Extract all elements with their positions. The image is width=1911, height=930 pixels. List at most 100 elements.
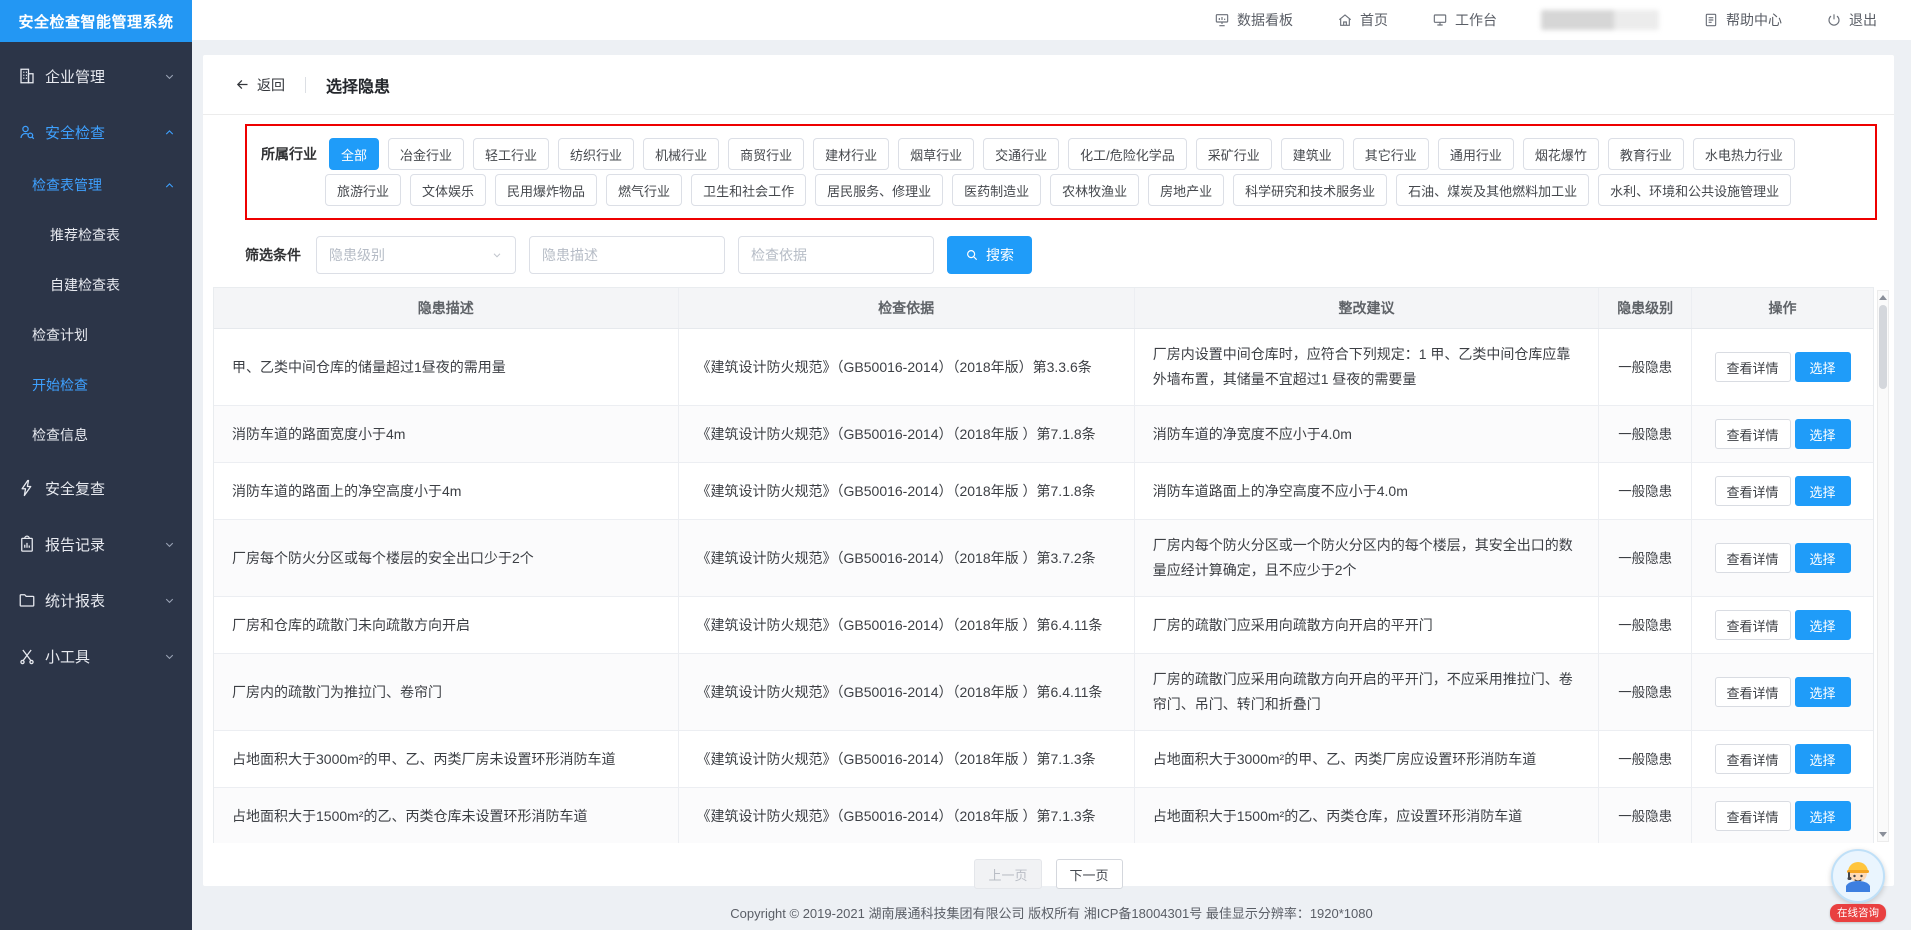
select-button[interactable]: 选择 — [1795, 476, 1851, 506]
customer-service-icon — [1831, 849, 1885, 903]
sidebar-item-label: 开始检查 — [32, 375, 88, 395]
topbar-item-home[interactable]: 首页 — [1337, 10, 1388, 30]
cell-actions: 查看详情选择 — [1692, 406, 1873, 462]
check-basis-input[interactable] — [738, 236, 934, 274]
industry-button[interactable]: 燃气行业 — [606, 174, 682, 206]
select-button[interactable]: 选择 — [1795, 352, 1851, 382]
industry-button[interactable]: 科学研究和技术服务业 — [1233, 174, 1387, 206]
table-row: 占地面积大于1500m²的乙、丙类仓库未设置环形消防车道《建筑设计防火规范》（G… — [214, 788, 1873, 843]
industry-button[interactable]: 烟草行业 — [898, 138, 974, 170]
scroll-down-arrow-icon[interactable] — [1879, 832, 1887, 837]
cell-check-basis: 《建筑设计防火规范》（GB50016-2014）（2018年版 ）第7.1.3条 — [679, 731, 1135, 787]
industry-button[interactable]: 其它行业 — [1353, 138, 1429, 170]
select-button[interactable]: 选择 — [1795, 801, 1851, 831]
sidebar-item-3[interactable]: 推荐检查表 — [0, 210, 192, 260]
select-button[interactable]: 选择 — [1795, 744, 1851, 774]
industry-button[interactable]: 旅游行业 — [325, 174, 401, 206]
industry-button[interactable]: 医药制造业 — [952, 174, 1041, 206]
hazard-level-badge: 一般隐患 — [1618, 747, 1672, 772]
view-detail-button[interactable]: 查看详情 — [1715, 801, 1791, 831]
industry-button[interactable]: 烟花爆竹 — [1523, 138, 1599, 170]
table-body: 甲、乙类中间仓库的储量超过1昼夜的需用量《建筑设计防火规范》（GB50016-2… — [214, 329, 1873, 843]
next-page-button[interactable]: 下一页 — [1056, 859, 1123, 889]
sidebar-item-0[interactable]: 企业管理 — [0, 48, 192, 104]
sidebar-item-1[interactable]: 安全检查 — [0, 104, 192, 160]
industry-button[interactable]: 水电热力行业 — [1693, 138, 1795, 170]
industry-button[interactable]: 冶金行业 — [388, 138, 464, 170]
select-button[interactable]: 选择 — [1795, 610, 1851, 640]
industry-button[interactable]: 纺织行业 — [558, 138, 634, 170]
topbar-item-workbench[interactable]: 工作台 — [1432, 10, 1497, 30]
view-detail-button[interactable]: 查看详情 — [1715, 677, 1791, 707]
sidebar-item-5[interactable]: 检查计划 — [0, 310, 192, 360]
industry-button[interactable]: 农林牧渔业 — [1050, 174, 1139, 206]
industry-button[interactable]: 居民服务、修理业 — [815, 174, 943, 206]
sidebar-item-label: 检查信息 — [32, 425, 88, 445]
prev-page-button[interactable]: 上一页 — [974, 859, 1041, 889]
industry-button[interactable]: 采矿行业 — [1196, 138, 1272, 170]
back-arrow-icon — [235, 77, 250, 92]
sidebar-item-11[interactable]: 小工具 — [0, 628, 192, 684]
hazard-desc-input[interactable] — [529, 236, 725, 274]
industry-button[interactable]: 交通行业 — [983, 138, 1059, 170]
industry-button[interactable]: 建材行业 — [813, 138, 889, 170]
scroll-up-arrow-icon[interactable] — [1879, 295, 1887, 300]
online-consult-widget[interactable]: 在线咨询 — [1825, 849, 1891, 922]
sidebar-nav: 企业管理安全检查检查表管理推荐检查表自建检查表检查计划开始检查检查信息安全复查报… — [0, 42, 192, 684]
industry-button[interactable]: 全部 — [329, 138, 379, 170]
topbar-item-help[interactable]: 帮助中心 — [1703, 10, 1782, 30]
online-consult-label: 在线咨询 — [1830, 904, 1886, 922]
industry-button[interactable]: 房地产业 — [1148, 174, 1224, 206]
industry-button[interactable]: 机械行业 — [643, 138, 719, 170]
sidebar-item-2[interactable]: 检查表管理 — [0, 160, 192, 210]
industry-button[interactable]: 建筑业 — [1281, 138, 1344, 170]
topbar-item-logout[interactable]: 退出 — [1826, 10, 1877, 30]
industry-button[interactable]: 石油、煤炭及其他燃料加工业 — [1396, 174, 1589, 206]
select-button[interactable]: 选择 — [1795, 677, 1851, 707]
select-button[interactable]: 选择 — [1795, 543, 1851, 573]
sidebar-item-6[interactable]: 开始检查 — [0, 360, 192, 410]
cell-hazard-level: 一般隐患 — [1599, 329, 1692, 405]
view-detail-button[interactable]: 查看详情 — [1715, 610, 1791, 640]
industry-button[interactable]: 商贸行业 — [728, 138, 804, 170]
topbar-item-dashboard[interactable]: 数据看板 — [1214, 10, 1293, 30]
sidebar-item-9[interactable]: 报告记录 — [0, 516, 192, 572]
sidebar-item-4[interactable]: 自建检查表 — [0, 260, 192, 310]
topbar-item-label: 数据看板 — [1237, 10, 1293, 30]
industry-button[interactable]: 轻工行业 — [473, 138, 549, 170]
table-row: 占地面积大于3000m²的甲、乙、丙类厂房未设置环形消防车道《建筑设计防火规范》… — [214, 731, 1873, 788]
user-name-redacted[interactable] — [1541, 10, 1659, 30]
view-detail-button[interactable]: 查看详情 — [1715, 352, 1791, 382]
sidebar-item-label: 报告记录 — [45, 534, 105, 555]
view-detail-button[interactable]: 查看详情 — [1715, 744, 1791, 774]
search-button[interactable]: 搜索 — [947, 236, 1032, 274]
topbar-item-label: 退出 — [1849, 10, 1877, 30]
cell-suggestion: 厂房的疏散门应采用向疏散方向开启的平开门，不应采用推拉门、卷帘门、吊门、转门和折… — [1135, 654, 1600, 730]
industry-button[interactable]: 卫生和社会工作 — [691, 174, 806, 206]
view-detail-button[interactable]: 查看详情 — [1715, 476, 1791, 506]
col-header-suggestion: 整改建议 — [1135, 288, 1600, 328]
table-scrollbar[interactable] — [1877, 290, 1889, 842]
select-button[interactable]: 选择 — [1795, 419, 1851, 449]
back-button[interactable]: 返回 — [235, 75, 285, 95]
scrollbar-thumb[interactable] — [1879, 305, 1887, 389]
view-detail-button[interactable]: 查看详情 — [1715, 419, 1791, 449]
view-detail-button[interactable]: 查看详情 — [1715, 543, 1791, 573]
cell-actions: 查看详情选择 — [1692, 654, 1873, 730]
hazard-level-select[interactable]: 隐患级别 — [316, 236, 516, 274]
industry-filter-annotated-box: 所属行业 全部冶金行业轻工行业纺织行业机械行业商贸行业建材行业烟草行业交通行业化… — [245, 124, 1877, 220]
industry-button[interactable]: 水利、环境和公共设施管理业 — [1598, 174, 1791, 206]
chevron-up-icon — [163, 126, 176, 139]
industry-button[interactable]: 民用爆炸物品 — [495, 174, 597, 206]
sidebar-item-10[interactable]: 统计报表 — [0, 572, 192, 628]
industry-buttons-1: 全部冶金行业轻工行业纺织行业机械行业商贸行业建材行业烟草行业交通行业化工/危险化… — [329, 138, 1795, 170]
sidebar-item-7[interactable]: 检查信息 — [0, 410, 192, 460]
topbar-item-label: 首页 — [1360, 10, 1388, 30]
industry-button[interactable]: 教育行业 — [1608, 138, 1684, 170]
industry-button[interactable]: 文体娱乐 — [410, 174, 486, 206]
sidebar-item-8[interactable]: 安全复查 — [0, 460, 192, 516]
industry-button[interactable]: 化工/危险化学品 — [1068, 138, 1187, 170]
cell-check-basis: 《建筑设计防火规范》（GB50016-2014）（2018年版 ）第7.1.8条 — [679, 463, 1135, 519]
industry-button[interactable]: 通用行业 — [1438, 138, 1514, 170]
sidebar-item-label: 小工具 — [45, 646, 90, 667]
